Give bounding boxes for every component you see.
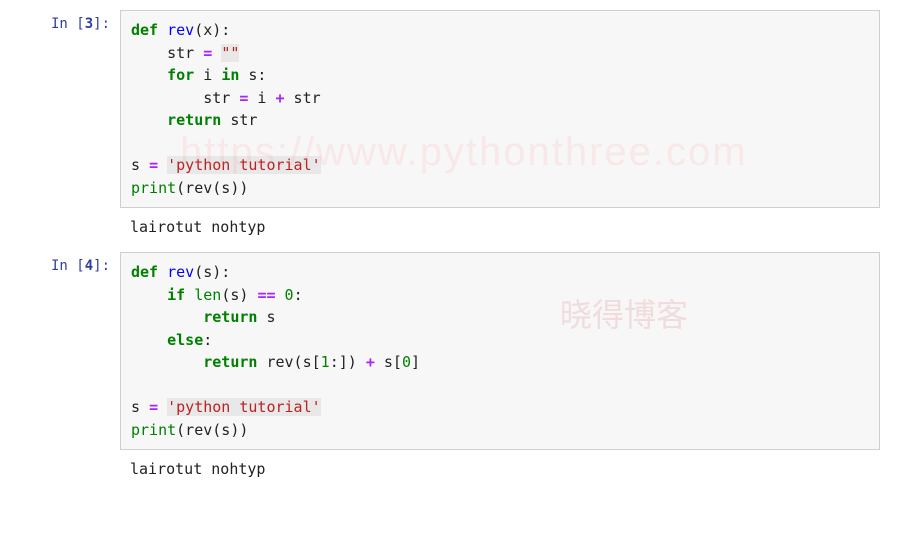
code-text [131, 111, 167, 129]
op-plus: + [366, 353, 375, 371]
code-cell: In [3]: def rev(x): str = "" for i in s:… [20, 10, 880, 208]
code-text: i [194, 66, 221, 84]
code-text [276, 286, 285, 304]
prompt-prefix: In [ [51, 16, 85, 32]
code-text [131, 286, 167, 304]
code-input[interactable]: def rev(s): if len(s) == 0: return s els… [120, 252, 880, 450]
code-text [158, 398, 167, 416]
number-literal: 1 [321, 353, 330, 371]
keyword-in: in [221, 66, 239, 84]
string-literal: "" [221, 44, 239, 62]
code-text [131, 353, 203, 371]
code-text: (rev(s)) [176, 179, 248, 197]
code-text: rev(s[ [257, 353, 320, 371]
code-text: (s) [221, 286, 257, 304]
keyword-for: for [167, 66, 194, 84]
number-literal: 0 [285, 286, 294, 304]
string-literal: 'python tutorial' [167, 156, 321, 174]
code-text: i [248, 89, 275, 107]
output-prompt [20, 454, 120, 490]
code-text: str [131, 44, 203, 62]
builtin-len: len [194, 286, 221, 304]
code-text: s [257, 308, 275, 326]
op-plus: + [276, 89, 285, 107]
output-cell: lairotut nohtyp [20, 454, 880, 490]
input-prompt: In [4]: [20, 252, 120, 450]
func-name: rev [167, 21, 194, 39]
keyword-if: if [167, 286, 185, 304]
code-text: : [294, 286, 303, 304]
code-text [158, 156, 167, 174]
keyword-return: return [167, 111, 221, 129]
code-text: :]) [330, 353, 366, 371]
keyword-def: def [131, 21, 158, 39]
prompt-number: 3 [85, 16, 93, 32]
output-cell: lairotut nohtyp [20, 212, 880, 248]
builtin-print: print [131, 179, 176, 197]
func-name: rev [167, 263, 194, 281]
prompt-prefix: In [ [51, 258, 85, 274]
op-eq: = [149, 398, 158, 416]
code-text: (rev(s)) [176, 421, 248, 439]
code-text [131, 308, 203, 326]
number-literal: 0 [402, 353, 411, 371]
op-eqeq: == [257, 286, 275, 304]
params: (x): [194, 21, 230, 39]
keyword-else: else [167, 331, 203, 349]
op-eq: = [203, 44, 212, 62]
prompt-suffix: ]: [93, 258, 110, 274]
op-eq: = [149, 156, 158, 174]
keyword-return: return [203, 308, 257, 326]
code-input[interactable]: def rev(x): str = "" for i in s: str = i… [120, 10, 880, 208]
code-text [131, 331, 167, 349]
keyword-def: def [131, 263, 158, 281]
code-text [185, 286, 194, 304]
params: (s): [194, 263, 230, 281]
string-literal: 'python tutorial' [167, 398, 321, 416]
code-text: ] [411, 353, 420, 371]
code-output: lairotut nohtyp [120, 454, 880, 490]
code-output: lairotut nohtyp [120, 212, 880, 248]
code-text: s[ [375, 353, 402, 371]
code-text [212, 44, 221, 62]
code-text: s [131, 156, 149, 174]
builtin-print: print [131, 421, 176, 439]
code-text: str [285, 89, 321, 107]
code-text: : [203, 331, 212, 349]
code-text: s [131, 398, 149, 416]
input-prompt: In [3]: [20, 10, 120, 208]
prompt-suffix: ]: [93, 16, 110, 32]
code-text: str [221, 111, 257, 129]
code-cell: In [4]: def rev(s): if len(s) == 0: retu… [20, 252, 880, 450]
code-text [131, 66, 167, 84]
prompt-number: 4 [85, 258, 93, 274]
output-prompt [20, 212, 120, 248]
code-text: s: [239, 66, 266, 84]
code-text: str [131, 89, 239, 107]
keyword-return: return [203, 353, 257, 371]
